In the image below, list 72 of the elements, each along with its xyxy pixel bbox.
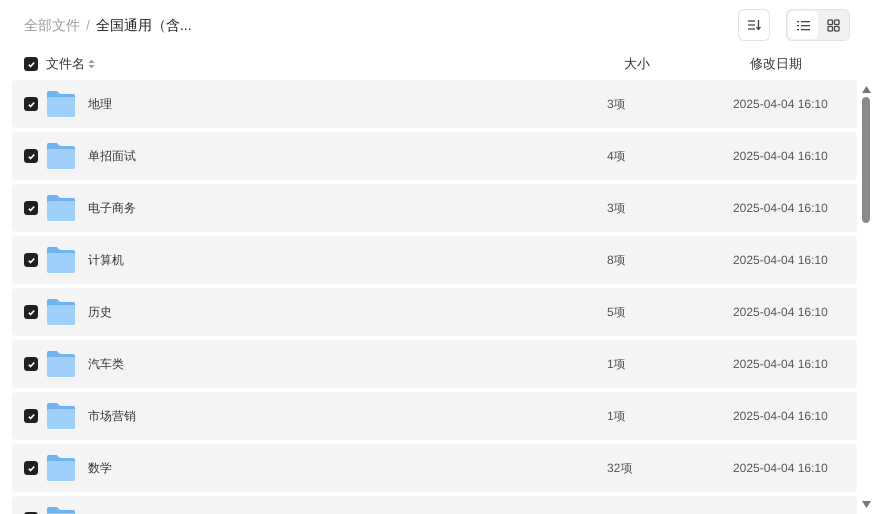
folder-icon: [46, 142, 76, 170]
file-row[interactable]: 地理 3项 2025-04-04 16:10: [12, 80, 857, 128]
list-icon: [796, 20, 810, 30]
file-name: 历史: [88, 304, 113, 321]
sort-icon: [747, 19, 761, 31]
folder-icon: [46, 402, 76, 430]
modified-date: 2025-04-04 16:10: [733, 356, 829, 373]
checkbox[interactable]: [24, 201, 38, 215]
checkbox[interactable]: [24, 57, 38, 71]
folder-icon: [46, 246, 76, 274]
file-size: 3项: [607, 96, 627, 113]
breadcrumb-item[interactable]: 全国通用（含...: [96, 14, 192, 36]
checkbox[interactable]: [24, 149, 38, 163]
checkmark-icon: [26, 100, 36, 108]
folder-icon: [46, 350, 76, 378]
modified-date: 2025-04-04 16:10: [733, 200, 829, 217]
scroll-down-icon[interactable]: [862, 501, 870, 508]
checkmark-icon: [26, 308, 36, 316]
folder-icon: [46, 90, 76, 118]
file-name: 电子商务: [88, 200, 137, 217]
file-size: 5项: [607, 304, 627, 321]
scroll-up-icon[interactable]: [862, 86, 870, 93]
file-size: 1项: [607, 408, 627, 425]
modified-date: 2025-04-04 16:10: [733, 96, 829, 113]
file-name: 单招面试: [88, 148, 137, 165]
file-size: 3项: [607, 200, 627, 217]
checkbox[interactable]: [24, 357, 38, 371]
file-name: 汽车类: [88, 356, 125, 373]
checkbox[interactable]: [24, 409, 38, 423]
checkbox[interactable]: [24, 305, 38, 319]
file-name: 计算机: [88, 252, 125, 269]
checkmark-icon: [26, 464, 36, 472]
modified-date: 2025-04-04 16:10: [733, 304, 829, 321]
file-name: 数学: [88, 460, 113, 477]
file-size: 1项: [607, 356, 627, 373]
file-name: 地理: [88, 96, 113, 113]
checkmark-icon: [26, 60, 36, 68]
file-row[interactable]: 数学 32项 2025-04-04 16:10: [12, 444, 857, 492]
column-header[interactable]: 文件名: [46, 54, 85, 74]
file-row[interactable]: 单招面试 4项 2025-04-04 16:10: [12, 132, 857, 180]
file-size: 8项: [607, 252, 627, 269]
sort-button[interactable]: [738, 9, 770, 41]
folder-icon: [46, 454, 76, 482]
checkmark-icon: [26, 256, 36, 264]
file-row[interactable]: 电子商务 3项 2025-04-04 16:10: [12, 184, 857, 232]
file-name: 市场营销: [88, 408, 137, 425]
modified-date: 2025-04-04 16:10: [733, 460, 829, 477]
modified-date: 2025-04-04 16:10: [733, 252, 829, 269]
modified-date: 2025-04-04 16:10: [733, 148, 829, 165]
file-size: 32项: [607, 460, 634, 477]
checkmark-icon: [26, 152, 36, 160]
column-header: 修改日期: [750, 55, 803, 74]
folder-icon: [46, 194, 76, 222]
file-row[interactable]: 汽车类 1项 2025-04-04 16:10: [12, 340, 857, 388]
modified-date: 2025-04-04 16:10: [733, 408, 829, 425]
checkmark-icon: [26, 360, 36, 368]
list-view-button[interactable]: [788, 11, 818, 39]
file-row[interactable]: 计算机 8项 2025-04-04 16:10: [12, 236, 857, 284]
checkbox[interactable]: [24, 461, 38, 475]
sort-arrows-icon: [88, 59, 95, 69]
folder-icon: [46, 298, 76, 326]
grid-icon: [826, 18, 840, 32]
checkbox[interactable]: [24, 97, 38, 111]
file-row[interactable]: 市场营销 1项 2025-04-04 16:10: [12, 392, 857, 440]
breadcrumb-separator: /: [86, 16, 90, 34]
checkmark-icon: [26, 412, 36, 420]
file-row[interactable]: 历史 5项 2025-04-04 16:10: [12, 288, 857, 336]
column-header: 大小: [624, 55, 651, 74]
checkbox[interactable]: [24, 253, 38, 267]
scrollbar-thumb[interactable]: [862, 97, 870, 223]
checkmark-icon: [26, 204, 36, 212]
file-size: 4项: [607, 148, 627, 165]
